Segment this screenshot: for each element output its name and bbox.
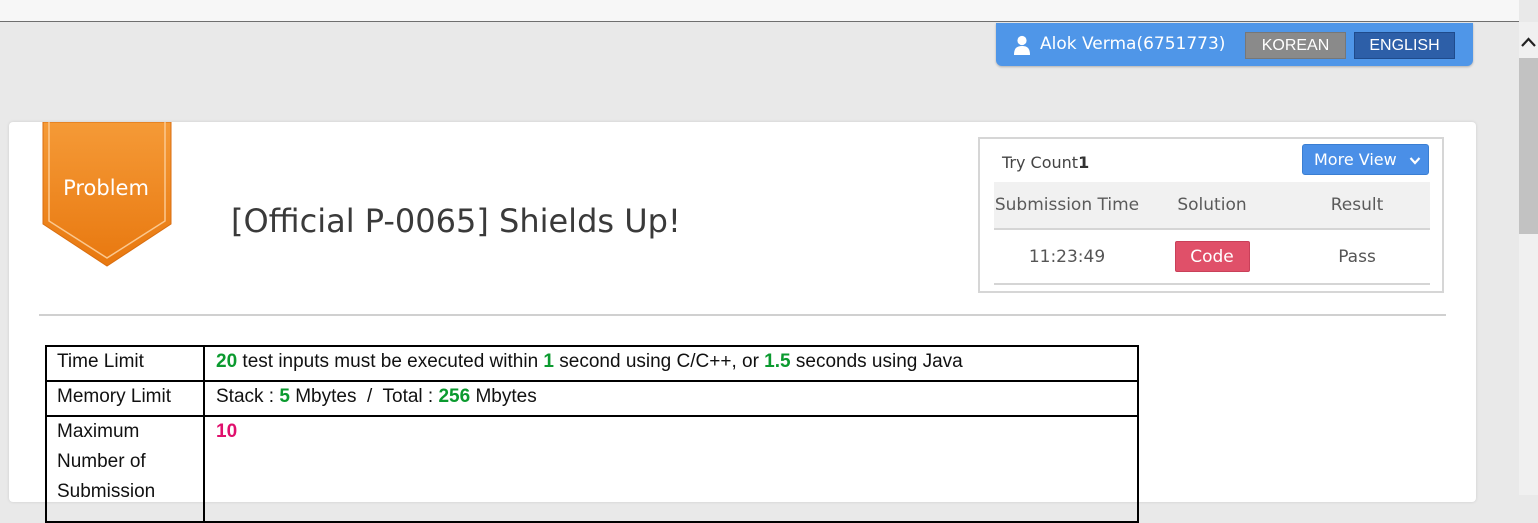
header-submission-time: Submission Time xyxy=(994,194,1140,215)
max-submission-value: 10 xyxy=(203,415,1139,523)
browser-top-strip xyxy=(0,0,1519,22)
problem-panel: Problem [Official P-0065] Shields Up! Tr… xyxy=(9,121,1476,523)
user-name[interactable]: Alok Verma(6751773) xyxy=(1040,34,1225,54)
result-status: Pass xyxy=(1338,246,1376,267)
time-limit-value: 20 test inputs must be executed within 1… xyxy=(203,345,1139,382)
memory-limit-row: Memory Limit Stack : 5 Mbytes / Total : … xyxy=(45,380,1139,417)
chevron-down-icon xyxy=(1409,157,1421,165)
max-submission-row: Maximum Number of Submission 10 xyxy=(45,415,1139,523)
try-count-value: 1 xyxy=(1078,153,1090,172)
more-view-label: More View xyxy=(1314,150,1397,169)
scroll-up-arrow-icon[interactable] xyxy=(1520,36,1537,48)
code-button[interactable]: Code xyxy=(1174,241,1250,272)
max-submission-label: Maximum Number of Submission xyxy=(45,415,205,523)
submission-table-header: Submission Time Solution Result xyxy=(994,182,1430,230)
vertical-scrollbar[interactable] xyxy=(1519,22,1538,495)
header-solution: Solution xyxy=(1177,194,1247,215)
badge-label: Problem xyxy=(63,176,149,200)
memory-limit-value: Stack : 5 Mbytes / Total : 256 Mbytes xyxy=(203,380,1139,417)
try-count-label: Try Count1 xyxy=(1002,153,1090,172)
limits-table: Time Limit 20 test inputs must be execut… xyxy=(45,345,1139,523)
english-button[interactable]: ENGLISH xyxy=(1354,32,1455,59)
scrollbar-thumb[interactable] xyxy=(1519,58,1538,234)
problem-title: [Official P-0065] Shields Up! xyxy=(231,202,681,240)
user-bar: Alok Verma(6751773) KOREAN ENGLISH xyxy=(996,23,1473,66)
time-limit-label: Time Limit xyxy=(45,345,205,382)
solution-cell: Code xyxy=(1140,230,1284,283)
memory-limit-label: Memory Limit xyxy=(45,380,205,417)
table-row: 11:23:49 Code Pass xyxy=(994,230,1430,285)
header-result: Result xyxy=(1330,194,1384,215)
divider xyxy=(39,314,1446,316)
submission-box: Try Count1 More View Submission Time Sol… xyxy=(978,137,1444,293)
time-limit-row: Time Limit 20 test inputs must be execut… xyxy=(45,345,1139,382)
user-icon xyxy=(1014,35,1030,55)
submission-time: 11:23:49 xyxy=(1028,246,1106,267)
problem-badge: Problem xyxy=(41,121,175,272)
korean-button[interactable]: KOREAN xyxy=(1245,32,1346,59)
more-view-button[interactable]: More View xyxy=(1302,144,1429,175)
